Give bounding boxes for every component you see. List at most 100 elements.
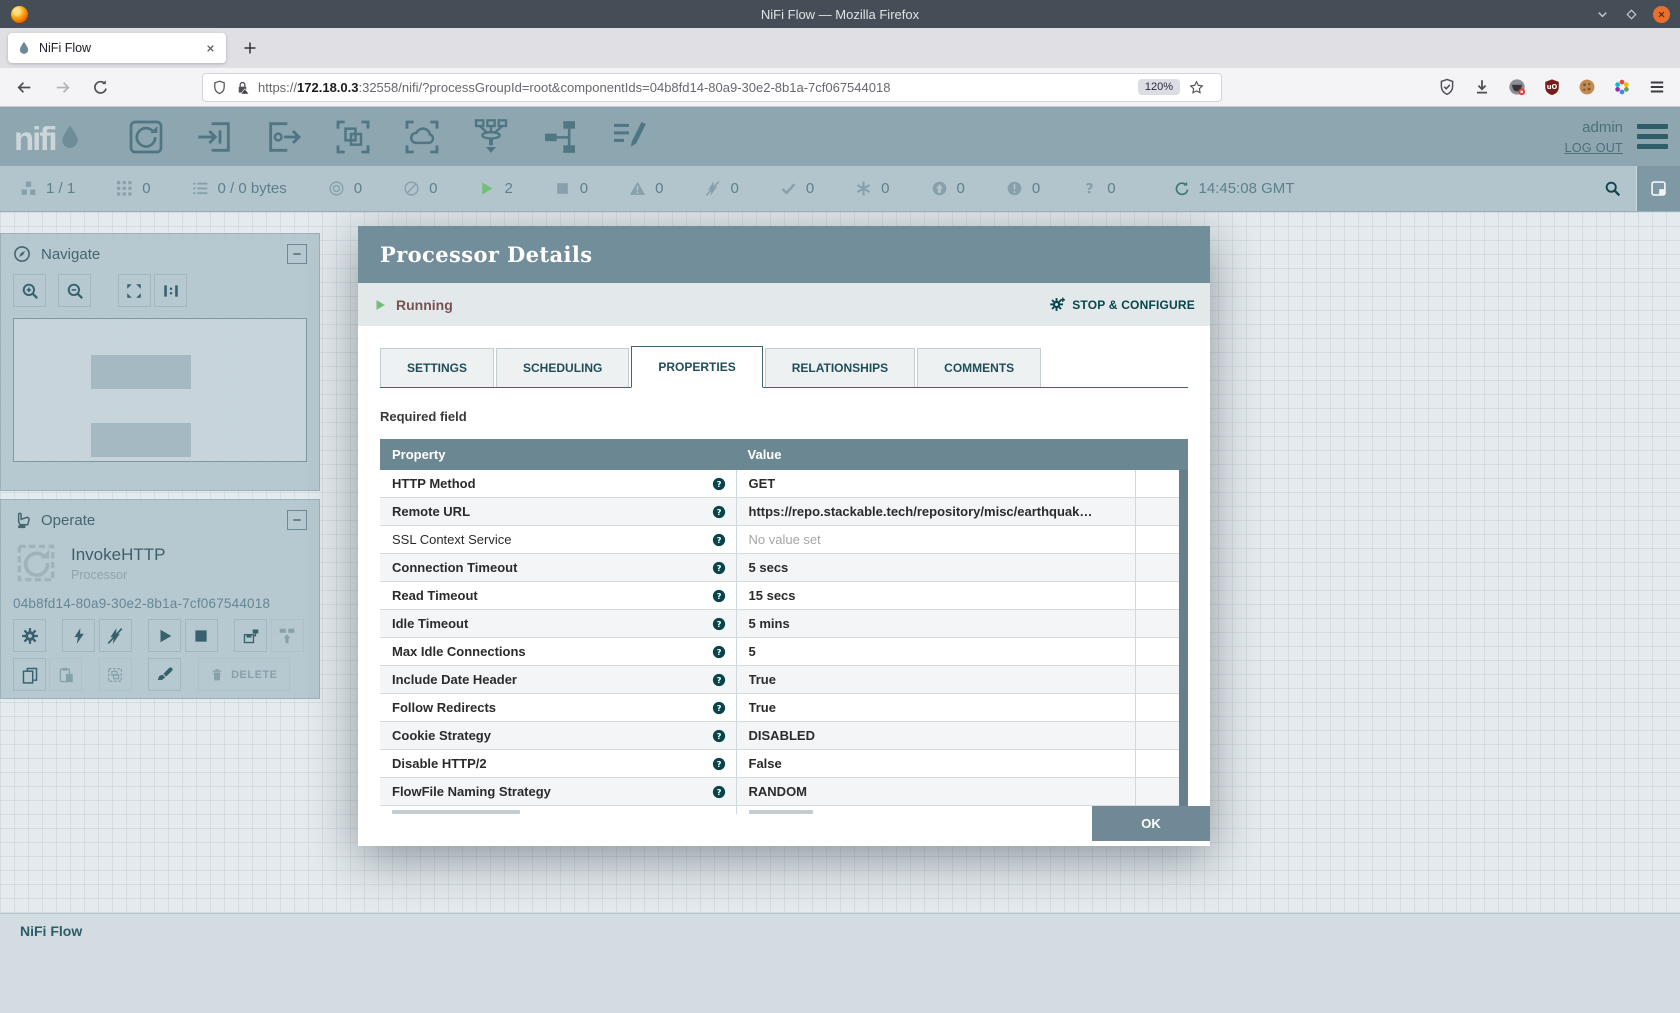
running-icon: [478, 180, 495, 197]
browser-tab[interactable]: NiFi Flow: [8, 33, 226, 63]
lock-warning-icon[interactable]: [235, 80, 250, 95]
tab-settings[interactable]: SETTINGS: [380, 348, 494, 387]
start-button[interactable]: [148, 619, 181, 652]
status-not-transmitting: 0: [403, 180, 437, 197]
status-queued: 0 / 0 bytes: [192, 180, 287, 197]
status-locally-modified: 0: [855, 180, 889, 197]
scrollbar-thumb[interactable]: [1179, 470, 1188, 814]
tab-comments[interactable]: COMMENTS: [917, 348, 1041, 387]
download-icon[interactable]: [1473, 78, 1491, 96]
tab-close-icon[interactable]: [204, 42, 217, 55]
copy-button[interactable]: [13, 658, 46, 691]
reload-icon[interactable]: [92, 79, 109, 96]
running-status-icon: [373, 298, 387, 312]
help-icon[interactable]: ?: [712, 757, 726, 771]
ublock-extension-icon[interactable]: uO: [1543, 78, 1561, 96]
svg-text:?: ?: [716, 562, 721, 572]
run-status-label: Running: [396, 297, 453, 313]
window-minimize-icon[interactable]: [1595, 7, 1610, 22]
properties-table: Property Value HTTP Method?GETRemote URL…: [380, 439, 1188, 814]
component-processor-button[interactable]: [126, 117, 166, 157]
breadcrumb[interactable]: NiFi Flow: [20, 923, 82, 939]
help-icon[interactable]: ?: [712, 533, 726, 547]
locally-modified-stale-count: 0: [1032, 180, 1040, 197]
property-name: Include Date Header: [392, 672, 712, 687]
back-icon[interactable]: [16, 79, 33, 96]
browser-urlbar: https://172.18.0.3:32558/nifi/?processGr…: [0, 68, 1680, 107]
component-label-button[interactable]: [609, 117, 649, 157]
disable-button[interactable]: [99, 619, 132, 652]
operate-collapse-button[interactable]: [287, 510, 307, 530]
menu-icon[interactable]: [1648, 78, 1666, 96]
search-icon[interactable]: [1604, 180, 1621, 197]
window-close-button[interactable]: [1653, 6, 1670, 23]
tab-properties[interactable]: PROPERTIES: [631, 346, 762, 388]
component-remote-process-group-button[interactable]: [402, 117, 442, 157]
ok-button[interactable]: OK: [1092, 806, 1210, 841]
zoom-in-button[interactable]: [13, 274, 46, 307]
configure-button[interactable]: [13, 619, 46, 652]
color-asterisk-extension-icon[interactable]: [1613, 78, 1631, 96]
save-flow-version-button[interactable]: [234, 619, 267, 652]
status-transmitting: 0: [328, 180, 362, 197]
forward-icon: [54, 79, 71, 96]
global-menu-icon[interactable]: [1637, 124, 1668, 149]
window-maximize-icon[interactable]: [1624, 7, 1639, 22]
tab-scheduling[interactable]: SCHEDULING: [496, 348, 629, 387]
nifi-favicon-drop-icon: [17, 41, 31, 55]
shield-check-extension-icon[interactable]: [1438, 78, 1456, 96]
navigate-collapse-button[interactable]: [287, 244, 307, 264]
stop-and-configure-button[interactable]: STOP & CONFIGURE: [1049, 296, 1195, 313]
property-value: https://repo.stackable.tech/repository/m…: [749, 504, 1093, 519]
cookie-extension-icon[interactable]: [1578, 78, 1596, 96]
zoom-out-button[interactable]: [58, 274, 91, 307]
minimap-node: [91, 355, 191, 389]
change-color-button[interactable]: [148, 658, 181, 691]
value-column-header: Value: [736, 439, 1136, 470]
component-template-button[interactable]: [540, 117, 580, 157]
help-icon[interactable]: ?: [712, 645, 726, 659]
bulletin-board-tile[interactable]: [1636, 166, 1680, 211]
component-input-port-button[interactable]: [195, 117, 235, 157]
help-icon[interactable]: ?: [712, 729, 726, 743]
table-scrollbar[interactable]: [1179, 470, 1188, 814]
zoom-fit-button[interactable]: [118, 274, 151, 307]
component-output-port-button[interactable]: [264, 117, 304, 157]
active-threads-icon: [116, 180, 133, 197]
svg-text:?: ?: [716, 478, 721, 488]
component-funnel-button[interactable]: [471, 117, 511, 157]
help-icon[interactable]: ?: [712, 505, 726, 519]
locally-modified-icon: [855, 180, 872, 197]
component-process-group-button[interactable]: [333, 117, 373, 157]
tab-relationships[interactable]: RELATIONSHIPS: [765, 348, 915, 387]
property-name: Disable HTTP/2: [392, 756, 712, 771]
help-icon[interactable]: ?: [712, 785, 726, 799]
refresh-icon[interactable]: [1174, 181, 1190, 197]
bookmark-star-icon[interactable]: [1189, 80, 1204, 95]
birdseye-minimap[interactable]: [13, 318, 307, 462]
processor-details-dialog: Processor Details Running STOP & CONFIGU…: [358, 226, 1210, 846]
flow-canvas[interactable]: Navigate Operate InvokeHTTP Processor: [0, 212, 1680, 1013]
help-icon[interactable]: ?: [712, 589, 726, 603]
url-text[interactable]: https://172.18.0.3:32558/nifi/?processGr…: [258, 80, 1138, 95]
url-input[interactable]: https://172.18.0.3:32558/nifi/?processGr…: [202, 73, 1222, 102]
help-icon[interactable]: ?: [712, 673, 726, 687]
help-icon[interactable]: ?: [712, 477, 726, 491]
zoom-actual-size-button[interactable]: [154, 274, 187, 307]
status-up-to-date: 0: [780, 180, 814, 197]
enable-button[interactable]: [62, 619, 95, 652]
mask-extension-icon[interactable]: [1508, 78, 1526, 96]
stop-button[interactable]: [185, 619, 218, 652]
tracking-protection-shield-icon[interactable]: [212, 80, 227, 95]
property-name: Connection Timeout: [392, 560, 712, 575]
help-icon[interactable]: ?: [712, 561, 726, 575]
selected-component-name: InvokeHTTP: [71, 545, 165, 565]
new-tab-button[interactable]: [242, 40, 258, 56]
property-value: 5: [749, 644, 756, 659]
help-icon[interactable]: ?: [712, 617, 726, 631]
help-icon[interactable]: ?: [712, 701, 726, 715]
sync-failure-count: 0: [1107, 180, 1115, 197]
window-titlebar: NiFi Flow — Mozilla Firefox: [0, 0, 1680, 28]
logout-link[interactable]: LOG OUT: [1565, 141, 1623, 155]
page-zoom-badge[interactable]: 120%: [1138, 79, 1180, 95]
